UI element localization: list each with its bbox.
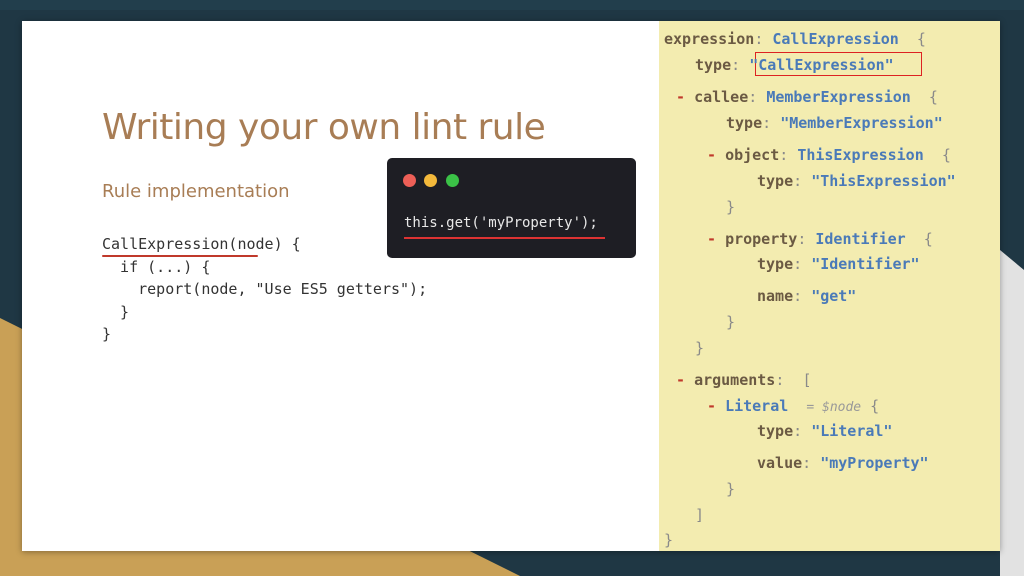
ast-line: ] bbox=[695, 506, 705, 524]
rule-code-block: CallExpression(node) { if (...) { report… bbox=[102, 233, 427, 346]
ast-line: type: "CallExpression" bbox=[695, 56, 894, 74]
ast-line: - Literal = $node { bbox=[707, 397, 880, 415]
slide-title: Writing your own lint rule bbox=[102, 107, 546, 148]
ast-line: } bbox=[664, 531, 674, 549]
ast-line: } bbox=[695, 339, 705, 357]
ast-line: name: "get" bbox=[757, 287, 857, 305]
ast-line: type: "ThisExpression" bbox=[757, 172, 956, 190]
ast-line: - property: Identifier { bbox=[707, 230, 933, 248]
terminal-code-underline bbox=[404, 237, 605, 239]
code-line: if (...) { bbox=[102, 257, 211, 276]
terminal-code: this.get('myProperty'); bbox=[404, 215, 598, 231]
code-line: } bbox=[102, 302, 130, 321]
ast-line: } bbox=[726, 313, 736, 331]
top-band bbox=[0, 0, 1024, 10]
ast-line: type: "Literal" bbox=[757, 422, 893, 440]
ast-line: } bbox=[726, 198, 736, 216]
minimize-dot-icon bbox=[424, 174, 437, 187]
ast-line: type: "MemberExpression" bbox=[726, 114, 943, 132]
close-dot-icon bbox=[403, 174, 416, 187]
ast-line: value: "myProperty" bbox=[757, 454, 929, 472]
ast-line: } bbox=[726, 480, 736, 498]
code-line: CallExpression(node) { bbox=[102, 235, 301, 253]
ast-line: - arguments: [ bbox=[676, 371, 812, 389]
maximize-dot-icon bbox=[446, 174, 459, 187]
terminal-window: this.get('myProperty'); bbox=[387, 158, 636, 258]
slide-subtitle: Rule implementation bbox=[102, 181, 290, 202]
ast-line: - object: ThisExpression { bbox=[707, 146, 951, 164]
code-line: report(node, "Use ES5 getters"); bbox=[102, 280, 428, 298]
code-line: } bbox=[102, 325, 112, 343]
ast-line: - callee: MemberExpression { bbox=[676, 88, 938, 106]
ast-panel: expression: CallExpression { type: "Call… bbox=[659, 21, 1000, 551]
ast-line: expression: CallExpression { bbox=[664, 30, 926, 48]
call-expression-underline bbox=[102, 255, 258, 257]
ast-line: type: "Identifier" bbox=[757, 255, 920, 273]
slide: Writing your own lint rule Rule implemen… bbox=[22, 21, 1000, 551]
